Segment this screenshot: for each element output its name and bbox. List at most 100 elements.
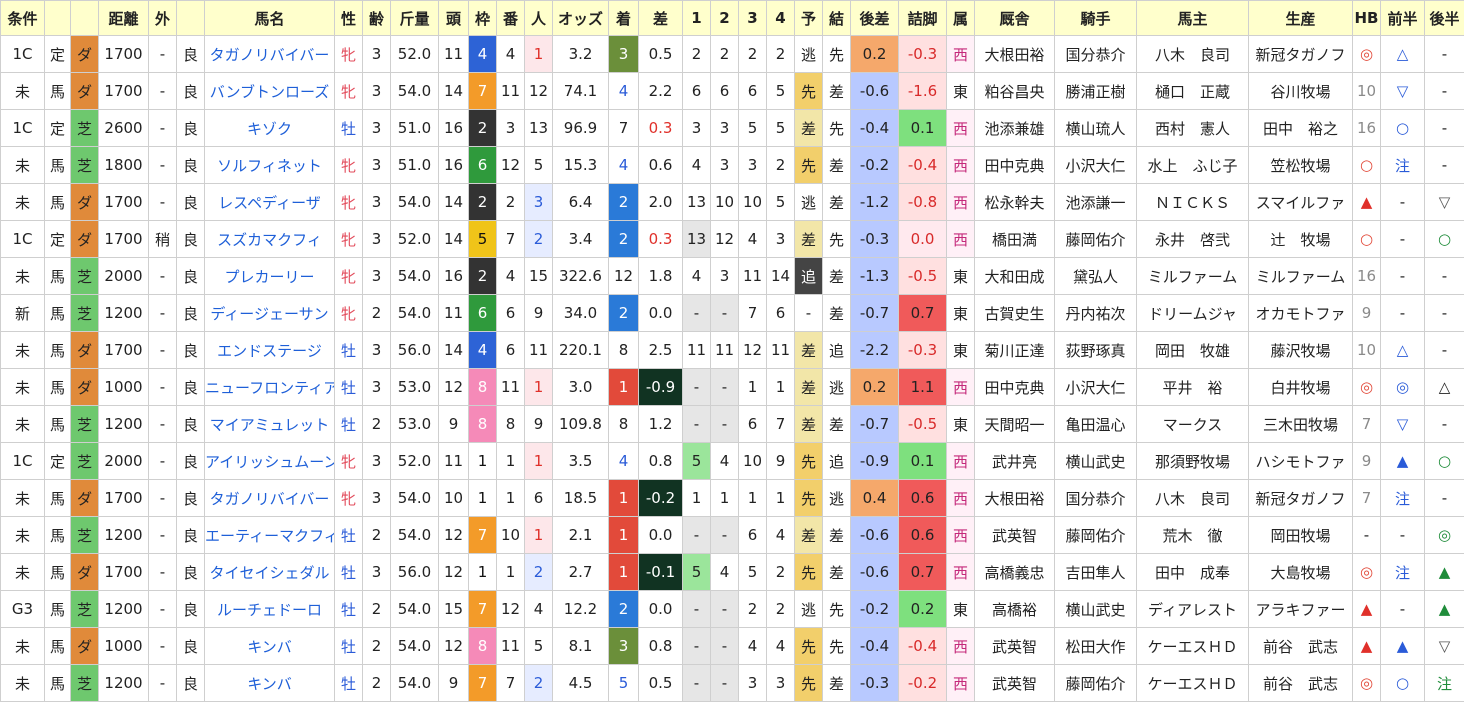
column-header[interactable]: HB	[1352, 0, 1381, 36]
table-row[interactable]: 未馬芝 2000- 良プレカーリー牝 3 54.0 16 2 4 15 322.6 12 1.8 4 3 1…	[0, 257, 1464, 295]
table-row[interactable]: 1C 定芝 2600- 良キゾク牡 3 51.0 16 2 3 13 96.9 7 0.3 3 3 5 5 差先 -…	[0, 109, 1464, 147]
table-cell[interactable]: バンブトンローズ	[204, 72, 335, 110]
table-cell[interactable]: キゾク	[204, 109, 335, 147]
table-cell[interactable]: キンバ	[204, 664, 335, 702]
table-cell: 藤沢牧場	[1248, 331, 1353, 369]
table-cell: 3	[524, 183, 553, 221]
table-cell: ケーエスＨＤ	[1136, 664, 1249, 702]
column-header[interactable]	[70, 0, 99, 36]
column-header[interactable]: 頭	[438, 0, 469, 36]
column-header[interactable]: 距離	[98, 0, 149, 36]
column-header[interactable]: 枠	[468, 0, 497, 36]
table-cell[interactable]: マイアミュレット	[204, 405, 335, 443]
table-row[interactable]: 未馬芝 1200- 良キンバ牡 2 54.0 9 7 7 2 4.5 5 0.5- -3 3 先差 -0.3-…	[0, 664, 1464, 702]
table-cell: ダ	[70, 72, 99, 110]
table-cell[interactable]: キンバ	[204, 627, 335, 665]
column-header[interactable]: 後差	[850, 0, 899, 36]
table-row[interactable]: 未馬ダ 1700- 良タガノリバイバー牝 3 54.0 10 1 1 6 18.5 1 -0.2 1 1 1…	[0, 479, 1464, 517]
table-cell[interactable]: ルーチェドーロ	[204, 590, 335, 628]
table-row[interactable]: 未馬芝 1200- 良エーティーマクフィ牡 2 54.0 12 7 10 1 2.1 1 0.0- -6…	[0, 516, 1464, 554]
table-cell: 5	[524, 146, 553, 184]
table-cell[interactable]: レスペディーザ	[204, 183, 335, 221]
table-cell: 差	[822, 72, 851, 110]
table-cell: -	[710, 627, 739, 665]
table-cell: 12	[608, 257, 639, 295]
column-header[interactable]: 1	[682, 0, 711, 36]
column-header[interactable]: 馬主	[1136, 0, 1249, 36]
table-row[interactable]: 1C 定芝 2000- 良アイリッシュムーン牝 3 52.0 11 1 1 1 3.5 4 0.8 5 4 1…	[0, 442, 1464, 480]
table-row[interactable]: G3 馬芝 1200- 良ルーチェドーロ牡 2 54.0 15 7 12 4 12.2 2 0.0- -2…	[0, 590, 1464, 628]
table-cell: 黛弘人	[1054, 257, 1137, 295]
table-cell: -0.4	[850, 627, 899, 665]
table-row[interactable]: 1C 定ダ 1700- 良タガノリバイバー牝 3 52.0 11 4 4 1 3.2 3 0.5 2 2 2 2…	[0, 35, 1464, 73]
column-header[interactable]: 4	[766, 0, 795, 36]
column-header[interactable]: 後半	[1424, 0, 1464, 36]
table-row[interactable]: 未馬ダ 1700- 良タイセイシェダル牡 3 56.0 12 1 1 2 2.7 1 -0.1 5 4 5 2…	[0, 553, 1464, 591]
table-cell: 田中 裕之	[1248, 109, 1353, 147]
column-header[interactable]: 2	[710, 0, 739, 36]
table-cell[interactable]: タイセイシェダル	[204, 553, 335, 591]
table-cell[interactable]: エーティーマクフィ	[204, 516, 335, 554]
table-cell: 3	[608, 35, 639, 73]
table-row[interactable]: 未馬ダ 1000- 良ニューフロンティア牡 3 53.0 12 8 11 1 3.0 1 -0.9- -…	[0, 368, 1464, 406]
table-cell: 芝	[70, 664, 99, 702]
column-header[interactable]: 番	[496, 0, 525, 36]
table-cell: 良	[176, 35, 205, 73]
table-row[interactable]: 未馬ダ 1700- 良エンドステージ牡 3 56.0 14 4 6 11 220.1 8 2.5 11 1…	[0, 331, 1464, 369]
table-cell: 220.1	[552, 331, 609, 369]
table-cell[interactable]: ディージェーサン	[204, 294, 335, 332]
table-cell: 未	[0, 627, 45, 665]
column-header[interactable]: 騎手	[1054, 0, 1137, 36]
table-cell: 54.0	[390, 516, 439, 554]
table-cell: -0.6	[850, 516, 899, 554]
table-cell: 3	[738, 146, 767, 184]
column-header[interactable]: 外	[148, 0, 177, 36]
table-cell: 1	[524, 35, 553, 73]
column-header[interactable]: 属	[946, 0, 975, 36]
column-header[interactable]: 着	[608, 0, 639, 36]
table-cell: 西	[946, 220, 975, 258]
table-row[interactable]: 新馬芝 1200- 良ディージェーサン牝 2 54.0 11 6 6 9 34.0 2 0.0- -7 6…	[0, 294, 1464, 332]
table-cell[interactable]: ニューフロンティア	[204, 368, 335, 406]
table-cell: 牡	[334, 516, 363, 554]
column-header[interactable]: 前半	[1380, 0, 1425, 36]
table-cell[interactable]: エンドステージ	[204, 331, 335, 369]
column-header[interactable]: 結	[822, 0, 851, 36]
table-cell[interactable]: スズカマクフィ	[204, 220, 335, 258]
table-cell: 5	[682, 442, 711, 480]
table-cell: 1	[496, 442, 525, 480]
table-cell: 牝	[334, 183, 363, 221]
table-cell[interactable]: ソルフィネット	[204, 146, 335, 184]
table-row[interactable]: 未馬ダ 1000- 良キンバ牡 2 54.0 12 8 11 5 8.1 3 0.8- -4 4 先先 -0.…	[0, 627, 1464, 665]
table-cell[interactable]: プレカーリー	[204, 257, 335, 295]
table-cell: 未	[0, 664, 45, 702]
column-header[interactable]: 人	[524, 0, 553, 36]
column-header[interactable]: 予	[794, 0, 823, 36]
column-header[interactable]: 齢	[362, 0, 391, 36]
table-cell[interactable]: アイリッシュムーン	[204, 442, 335, 480]
table-cell: ダ	[70, 35, 99, 73]
column-header[interactable]: 詰脚	[898, 0, 947, 36]
column-header[interactable]: 性	[334, 0, 363, 36]
column-header[interactable]: 条件	[0, 0, 45, 36]
table-cell: 未	[0, 368, 45, 406]
column-header[interactable]: 生産	[1248, 0, 1353, 36]
column-header[interactable]: 馬名	[204, 0, 335, 36]
column-header[interactable]: 差	[638, 0, 683, 36]
column-header[interactable]: 厩舎	[974, 0, 1055, 36]
column-header[interactable]: オッズ	[552, 0, 609, 36]
column-header[interactable]: 3	[738, 0, 767, 36]
table-cell[interactable]: タガノリバイバー	[204, 35, 335, 73]
column-header[interactable]: 斤量	[390, 0, 439, 36]
table-cell: 4	[682, 257, 711, 295]
table-cell: △	[1424, 368, 1464, 406]
table-cell[interactable]: タガノリバイバー	[204, 479, 335, 517]
table-row[interactable]: 未馬芝 1200- 良マイアミュレット牡 2 53.0 9 8 8 9 109.8 8 1.2- -6 7…	[0, 405, 1464, 443]
column-header[interactable]	[176, 0, 205, 36]
table-row[interactable]: 未馬ダ 1700- 良バンブトンローズ牝 3 54.0 14 7 11 12 74.1 4 2.2 6 6…	[0, 72, 1464, 110]
table-cell: 3	[362, 146, 391, 184]
table-row[interactable]: 未馬芝 1800- 良ソルフィネット牝 3 51.0 16 6 12 5 15.3 4 0.6 4 3 3 2…	[0, 146, 1464, 184]
table-row[interactable]: 1C 定ダ 1700 稍良スズカマクフィ牝 3 52.0 14 5 7 2 3.4 2 0.3 13 12 4…	[0, 220, 1464, 258]
table-row[interactable]: 未馬ダ 1700- 良レスペディーザ牝 3 54.0 14 2 2 3 6.4 2 2.0 13 10 10…	[0, 183, 1464, 221]
column-header[interactable]	[44, 0, 71, 36]
